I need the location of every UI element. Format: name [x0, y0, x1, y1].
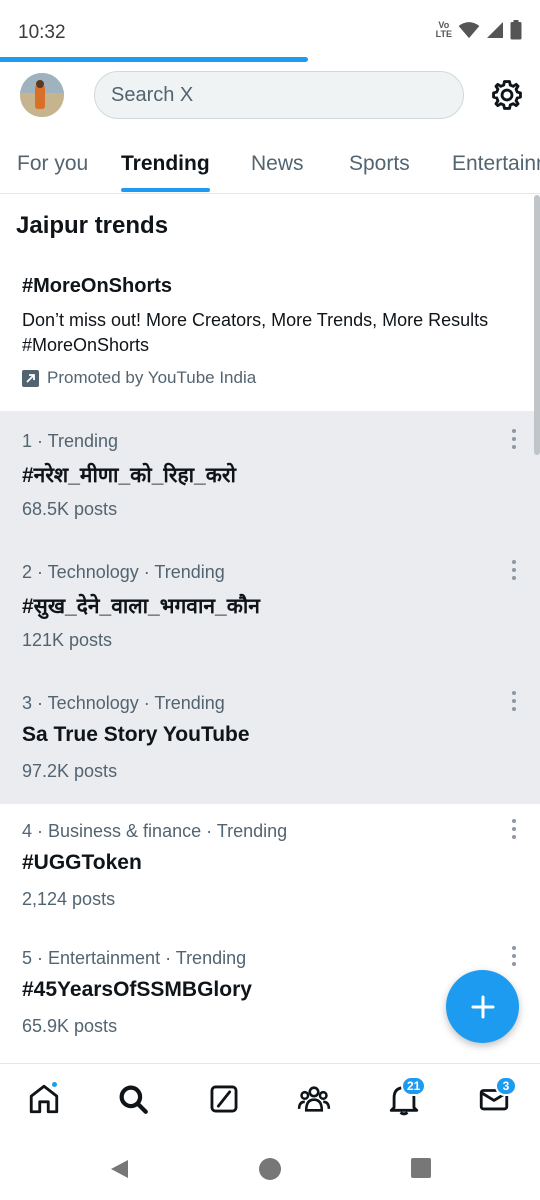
tab-bar: For you Trending News Sports Entertainme… [0, 130, 540, 194]
trend-post-count: 68.5K posts [22, 499, 118, 519]
trend-name[interactable]: #सुख_देने_वाला_भगवान_कौन [22, 592, 260, 620]
tab-entertainment[interactable]: Entertainment [452, 152, 540, 176]
communities-icon [297, 1086, 331, 1112]
avatar-image [20, 73, 64, 117]
trend-meta: 5 · Entertainment · Trending [22, 948, 247, 968]
grok-icon [210, 1085, 238, 1113]
header: Search X [0, 62, 540, 130]
messages-badge: 3 [495, 1076, 517, 1096]
nav-search[interactable] [116, 1082, 152, 1118]
nav-home[interactable] [27, 1080, 63, 1118]
more-options-icon[interactable] [510, 429, 518, 449]
trend-item[interactable]: 4 · Business & finance · Trending #UGGTo… [0, 801, 540, 932]
compose-post-button[interactable] [446, 970, 519, 1043]
promoted-by: Promoted by YouTube India [22, 368, 256, 388]
promoted-icon [22, 369, 39, 387]
status-icons: Vo LTE [436, 20, 522, 40]
trend-item[interactable]: 3 · Technology · Trending Sa True Story … [0, 673, 540, 804]
home-new-dot [50, 1080, 59, 1089]
status-bar: 10:32 Vo LTE [0, 0, 540, 58]
trend-name[interactable]: #45YearsOfSSMBGlory [22, 978, 252, 1002]
signal-icon [487, 22, 503, 38]
trend-meta: 3 · Technology · Trending [22, 693, 225, 713]
promoted-trend[interactable]: #MoreOnShorts Don’t miss out! More Creat… [0, 260, 540, 412]
search-icon [119, 1085, 148, 1114]
home-button-icon[interactable] [258, 1157, 282, 1181]
profile-avatar[interactable] [20, 73, 64, 117]
trend-post-count: 97.2K posts [22, 761, 118, 781]
nav-messages[interactable]: 3 [477, 1076, 517, 1118]
more-options-icon[interactable] [510, 691, 518, 711]
tab-for-you[interactable]: For you [17, 152, 88, 176]
tab-sports[interactable]: Sports [349, 152, 410, 176]
trend-post-count: 65.9K posts [22, 1016, 118, 1036]
more-options-icon[interactable] [510, 819, 518, 839]
gear-icon[interactable] [490, 78, 524, 112]
wifi-icon [458, 22, 480, 39]
trend-item[interactable]: 1 · Trending #नरेश_मीणा_को_रिहा_करो 68.5… [0, 411, 540, 542]
back-icon[interactable] [108, 1158, 130, 1180]
trend-item[interactable]: 2 · Technology · Trending #सुख_देने_वाला… [0, 542, 540, 673]
trend-meta: 4 · Business & finance · Trending [22, 821, 288, 841]
plus-icon [471, 995, 494, 1018]
nav-grok[interactable] [207, 1082, 243, 1118]
search-input[interactable]: Search X [94, 71, 464, 119]
trend-name[interactable]: #UGGToken [22, 851, 142, 875]
section-title: Jaipur trends [16, 212, 169, 239]
system-nav-bar [0, 1135, 540, 1200]
nav-notifications[interactable]: 21 [387, 1076, 427, 1118]
more-options-icon[interactable] [510, 560, 518, 580]
tab-news[interactable]: News [251, 152, 304, 176]
volte-indicator: Vo LTE [436, 21, 452, 39]
status-time: 10:32 [18, 22, 66, 43]
tab-trending[interactable]: Trending [121, 152, 210, 176]
notifications-badge: 21 [401, 1076, 427, 1096]
trend-name[interactable]: Sa True Story YouTube [22, 723, 250, 747]
battery-icon [510, 20, 522, 40]
trend-post-count: 121K posts [22, 630, 113, 650]
more-options-icon[interactable] [510, 946, 518, 966]
recents-icon[interactable] [411, 1158, 431, 1178]
bottom-nav: 21 3 [0, 1063, 540, 1135]
trend-post-count: 2,124 posts [22, 889, 116, 909]
active-tab-indicator [121, 188, 210, 192]
promoted-by-label: Promoted by YouTube India [47, 368, 257, 387]
nav-communities[interactable] [297, 1082, 333, 1118]
trend-meta: 1 · Trending [22, 431, 119, 451]
promoted-title[interactable]: #MoreOnShorts [22, 275, 172, 298]
scrollbar[interactable] [534, 195, 540, 455]
volte-bottom-text: LTE [435, 29, 452, 39]
search-placeholder: Search X [111, 83, 194, 106]
promoted-description: Don’t miss out! More Creators, More Tren… [22, 310, 489, 355]
trend-name[interactable]: #नरेश_मीणा_को_रिहा_करो [22, 461, 236, 489]
trend-meta: 2 · Technology · Trending [22, 562, 225, 582]
